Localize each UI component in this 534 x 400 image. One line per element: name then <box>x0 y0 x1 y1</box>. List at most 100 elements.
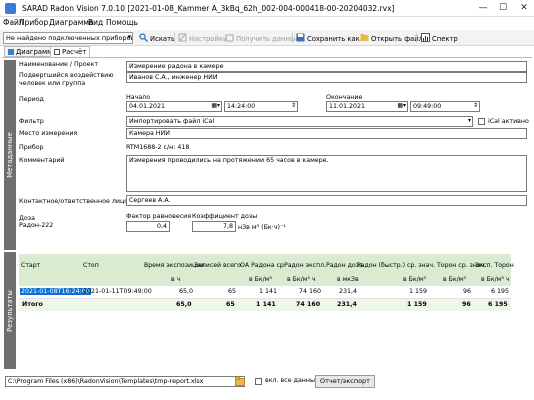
totals-row: Итого 65,0 65 1 141 74 160 231,4 1 159 9… <box>19 299 511 311</box>
table-row[interactable]: 2021-01-08T16:24:00 2021-01-11T09:49:00 … <box>19 286 511 299</box>
folder-icon <box>360 33 369 42</box>
dose-coefficient-field[interactable]: 7,8 <box>192 221 236 232</box>
menu-view[interactable]: Вид <box>88 18 103 27</box>
name-field[interactable]: Измерение радона в камере <box>126 61 527 72</box>
calendar-icon[interactable]: ▦▾ <box>211 102 220 109</box>
end-label: Окончание <box>326 94 363 101</box>
cell-exposure[interactable]: 65,0 <box>179 288 193 295</box>
export-button[interactable]: Отчет/экспорт <box>315 375 375 388</box>
total-records: 65 <box>226 301 235 308</box>
end-date-field[interactable]: 11.01.2021 ▦▾ <box>326 101 408 112</box>
end-time-field[interactable]: 09:49:00 ⇕ <box>410 101 480 112</box>
chevron-down-icon: ▾ <box>467 117 471 124</box>
total-radon-exp: 74 160 <box>296 301 321 308</box>
col-header-stop[interactable]: Стоп <box>83 262 99 269</box>
spectrum-button[interactable]: Спектр <box>421 33 458 43</box>
dose-coefficient-unit: нЗв м³ (Бк·ч)⁻¹ <box>238 224 286 231</box>
open-file-button[interactable]: Открыть файл <box>360 33 423 43</box>
download-icon <box>225 33 234 42</box>
device-label: Прибор <box>19 144 44 151</box>
toolbar-separator <box>292 33 293 43</box>
template-path-field[interactable]: C:\Program Files (x86)\RadonVision\Templ… <box>5 376 245 387</box>
filter-select[interactable]: Импортировать файл iCal ▾ <box>126 116 473 127</box>
close-button[interactable]: ✕ <box>517 2 531 14</box>
dose-sublabel: Радон-222 <box>19 222 54 229</box>
cell-radon-fast[interactable]: 1 159 <box>409 288 427 295</box>
title-bar: SARAD Radon Vision 7.0.10 [2021-01-08_Ka… <box>0 0 534 17</box>
period-label: Период <box>19 96 44 103</box>
col-unit: в Бк/м³ ч <box>287 276 316 283</box>
spin-icon[interactable]: ⇕ <box>473 102 478 109</box>
device-select[interactable]: Не найдено подключенных приборов ▾ <box>3 32 133 44</box>
calendar-icon[interactable]: ▦▾ <box>397 102 406 109</box>
chart-icon <box>8 49 14 55</box>
equilibrium-label: Фактор равновесия <box>126 213 192 220</box>
minimize-button[interactable]: — <box>476 2 490 14</box>
get-data-button[interactable]: Получить данные <box>225 33 300 43</box>
menu-diagram[interactable]: Диаграмма <box>49 18 94 27</box>
col-header-records[interactable]: Записей всего <box>194 262 241 269</box>
location-label: Место измерения <box>19 130 78 137</box>
toolbar: Не найдено подключенных приборов ▾ Искат… <box>0 30 534 46</box>
include-all-label: вкл. все данные <box>265 377 319 384</box>
cell-radon-exp[interactable]: 74 160 <box>299 288 321 295</box>
col-unit: в Бк/м³ ч <box>481 276 510 283</box>
chevron-down-icon: ▾ <box>127 33 131 41</box>
results-section-label: Результаты <box>4 252 16 369</box>
equilibrium-field[interactable]: 0,4 <box>126 221 170 232</box>
comment-field[interactable]: Измерения проводились на протяжении 65 ч… <box>126 155 527 192</box>
ical-label: iCal активно <box>488 118 529 125</box>
dose-label: Доза <box>19 215 35 222</box>
cell-records[interactable]: 65 <box>228 288 236 295</box>
start-date-field[interactable]: 04.01.2021 ▦▾ <box>126 101 222 112</box>
name-label: Наименование / Проект <box>19 61 98 68</box>
col-header-start[interactable]: Старт <box>21 262 40 269</box>
window-title: SARAD Radon Vision 7.0.10 [2021-01-08_Ka… <box>22 4 395 13</box>
metadata-section-label: Метаданные <box>4 60 16 250</box>
save-icon <box>296 33 305 42</box>
cell-start[interactable]: 2021-01-08T16:24:00 <box>20 288 91 295</box>
tab-calculation[interactable]: Расчёт <box>50 46 91 57</box>
contact-label: Контактное/ответственное лицо <box>19 198 129 205</box>
col-header-radon-exp[interactable]: Радон экспл. <box>284 262 326 269</box>
spectrum-icon <box>421 33 430 42</box>
settings-button[interactable]: Настройки <box>178 33 227 43</box>
col-header-radon-avg[interactable]: ОА Радона ср. <box>240 262 286 269</box>
menu-help[interactable]: Помощь <box>106 18 138 27</box>
location-field[interactable]: Камера НИИ <box>126 128 527 139</box>
col-unit: в мкЗв <box>337 276 359 283</box>
ical-checkbox[interactable] <box>478 118 485 125</box>
col-unit: в ч <box>171 276 181 283</box>
col-unit: в Бк/м³ <box>403 276 426 283</box>
cell-stop[interactable]: 2021-01-11T09:49:00 <box>83 288 152 295</box>
folder-browse-icon[interactable] <box>235 376 245 386</box>
start-time-field[interactable]: 14:24:00 ⇕ <box>224 101 298 112</box>
maximize-button[interactable]: ☐ <box>496 2 510 14</box>
total-thoron-exp: 6 195 <box>488 301 508 308</box>
col-header-thoron-exp[interactable]: Эксп. Торон <box>475 262 514 269</box>
results-table: Старт Стоп Время экспозиции Записей всег… <box>19 254 514 316</box>
include-all-checkbox[interactable] <box>255 378 262 385</box>
start-label: Начало <box>126 94 151 101</box>
total-radon-avg: 1 141 <box>256 301 276 308</box>
cell-thoron-exp[interactable]: 6 195 <box>491 288 509 295</box>
search-button[interactable]: Искать <box>139 33 175 43</box>
spin-icon[interactable]: ⇕ <box>291 102 296 109</box>
menu-device[interactable]: Прибор <box>19 18 48 27</box>
cell-radon-avg[interactable]: 1 141 <box>259 288 277 295</box>
table-header: Старт Стоп Время экспозиции Записей всег… <box>19 254 514 286</box>
exposed-field[interactable]: Иванов С.А., инженер НИИ <box>126 72 527 83</box>
calc-icon <box>54 49 60 55</box>
search-icon <box>139 33 148 42</box>
cell-thoron-avg[interactable]: 96 <box>463 288 471 295</box>
filter-label: Фильтр <box>19 118 44 125</box>
menu-bar: Файл Прибор Диаграмма Вид Помощь <box>0 17 534 30</box>
app-icon <box>5 3 16 14</box>
cell-radon-dose[interactable]: 231,4 <box>339 288 357 295</box>
settings-icon <box>178 33 187 42</box>
save-as-button[interactable]: Сохранить как... <box>296 33 366 43</box>
contact-field[interactable]: Сергеев А.А. <box>126 195 527 206</box>
col-header-radon-fast[interactable]: Радон (быстр.) ср. знач. <box>357 262 435 269</box>
total-thoron-avg: 96 <box>462 301 471 308</box>
total-radon-dose: 231,4 <box>337 301 357 308</box>
